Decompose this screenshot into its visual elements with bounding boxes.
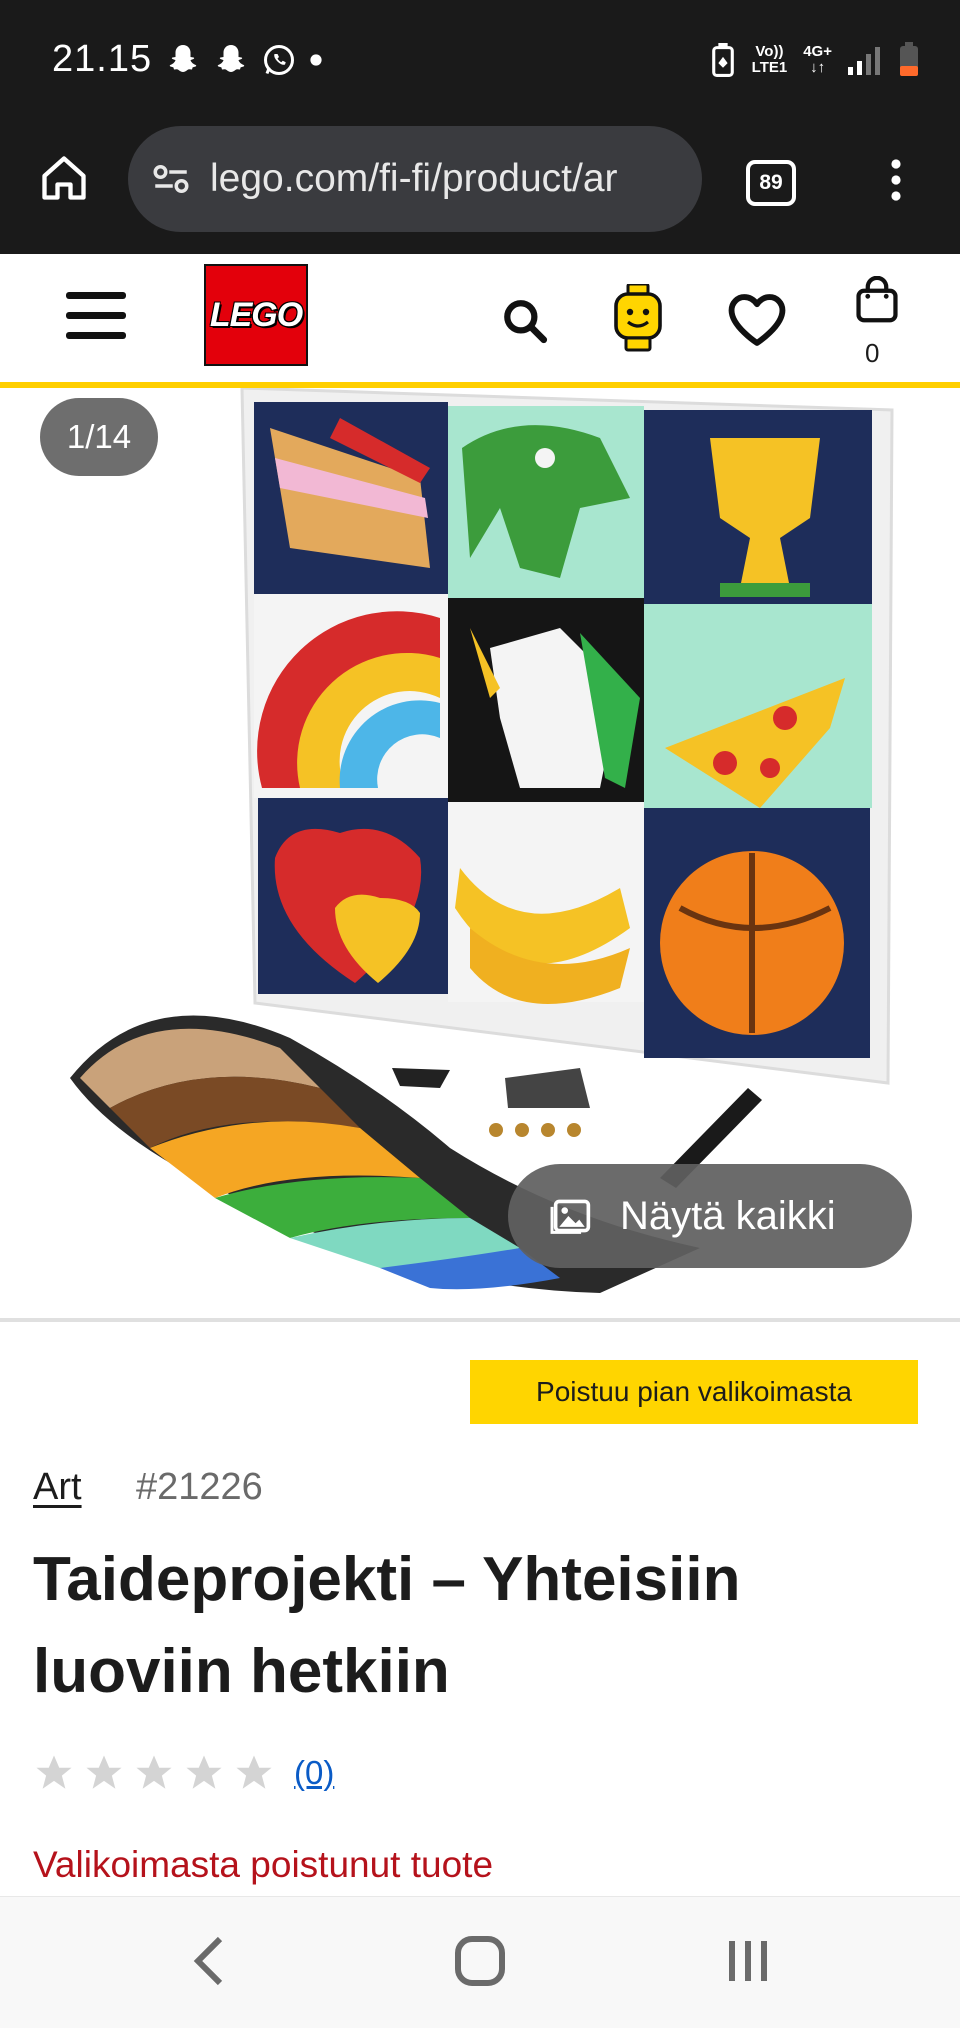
product-title: Taideprojekti – Yhteisiin luoviin hetkii… (33, 1545, 741, 1706)
hamburger-menu-icon[interactable] (66, 290, 126, 342)
rating-stars (33, 1752, 275, 1794)
show-all-label: Näytä kaikki (620, 1193, 836, 1238)
gallery-icon (550, 1199, 591, 1234)
retiring-soon-badge: Poistuu pian valikoimasta (470, 1360, 918, 1424)
volte-label: Vo)) LTE1 (751, 43, 788, 76)
search-icon[interactable] (500, 296, 550, 346)
star-icon (86, 1755, 122, 1789)
lego-logo[interactable]: LEGO (204, 264, 308, 366)
status-time: 21.15 (52, 38, 153, 80)
network-type: 4G+ ↓↑ (803, 43, 832, 76)
product-gallery[interactable]: 1/14 Näytä kaikki (0, 388, 960, 1322)
snapchat-icon (217, 45, 245, 72)
battery-saver-icon (711, 43, 734, 77)
back-icon[interactable] (188, 1933, 232, 1989)
notification-icons (165, 42, 323, 78)
availability-status: Valikoimasta poistunut tuote (33, 1844, 494, 1885)
system-icons: Vo)) LTE1 4G+ ↓↑ (710, 42, 920, 78)
address-bar[interactable]: lego.com/fi-fi/product/ar (128, 126, 702, 232)
snapchat-icon (169, 45, 197, 72)
show-all-images-button[interactable]: Näytä kaikki (508, 1164, 912, 1268)
cart-count: 0 (865, 338, 880, 368)
site-settings-icon[interactable] (150, 158, 192, 200)
star-icon (36, 1755, 72, 1789)
dot-icon (310, 54, 322, 66)
tabs-button[interactable]: 89 (746, 160, 796, 206)
item-number: #21226 (136, 1466, 263, 1508)
wishlist-heart-icon[interactable] (726, 292, 788, 348)
star-icon (136, 1755, 172, 1789)
site-header: LEGO 0 (0, 254, 960, 388)
star-icon (236, 1755, 272, 1789)
reviews-link[interactable]: (0) (294, 1754, 334, 1792)
account-minifig-icon[interactable] (612, 284, 664, 352)
signal-icon (848, 47, 880, 75)
home-button-icon[interactable] (452, 1933, 508, 1989)
more-menu-icon[interactable] (872, 156, 920, 204)
recent-apps-icon[interactable] (724, 1933, 772, 1989)
theme-link[interactable]: Art (33, 1466, 82, 1509)
battery-icon (900, 42, 918, 76)
image-counter: 1/14 (40, 398, 158, 476)
shopping-bag-icon[interactable] (854, 276, 900, 324)
star-icon (186, 1755, 222, 1789)
home-icon[interactable] (38, 152, 90, 204)
browser-toolbar: lego.com/fi-fi/product/ar 89 (0, 120, 960, 254)
whatsapp-icon (264, 45, 294, 75)
system-navigation-bar (0, 1896, 960, 2028)
status-bar: 21.15 Vo)) LTE1 4G+ ↓↑ (0, 0, 960, 120)
url-text: lego.com/fi-fi/product/ar (210, 157, 618, 200)
